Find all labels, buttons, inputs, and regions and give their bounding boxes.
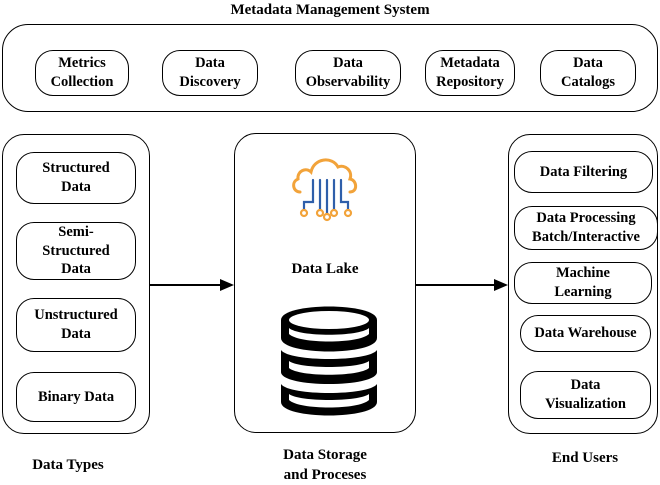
diagram-title: Metadata Management System (230, 2, 430, 18)
semi-structured-data-pill: Semi- Structured Data (16, 222, 136, 280)
data-types-caption: Data Types (32, 457, 104, 473)
data-filtering-pill: Data Filtering (514, 151, 653, 193)
machine-learning-pill: Machine Learning (514, 262, 652, 304)
data-warehouse-pill: Data Warehouse (520, 315, 651, 352)
structured-data-pill: Structured Data (16, 152, 136, 204)
database-icon (281, 306, 377, 416)
data-catalogs-pill: Data Catalogs (540, 50, 636, 96)
cloud-network-icon (292, 158, 358, 222)
data-discovery-pill: Data Discovery (162, 50, 258, 96)
data-lake-label: Data Lake (291, 261, 359, 277)
data-processing-pill: Data Processing Batch/Interactive (514, 206, 658, 250)
arrow-lake-to-end-users (416, 279, 508, 291)
data-visualization-pill: Data Visualization (520, 371, 651, 419)
metadata-repository-pill: Metadata Repository (425, 50, 515, 96)
metrics-collection-pill: Metrics Collection (35, 50, 129, 96)
data-observability-pill: Data Observability (295, 50, 401, 96)
end-users-caption: End Users (551, 450, 619, 466)
arrow-data-types-to-lake (150, 279, 234, 291)
unstructured-data-pill: Unstructured Data (16, 298, 136, 352)
data-storage-caption: Data Storage and Proceses (283, 447, 367, 483)
binary-data-pill: Binary Data (16, 372, 136, 422)
